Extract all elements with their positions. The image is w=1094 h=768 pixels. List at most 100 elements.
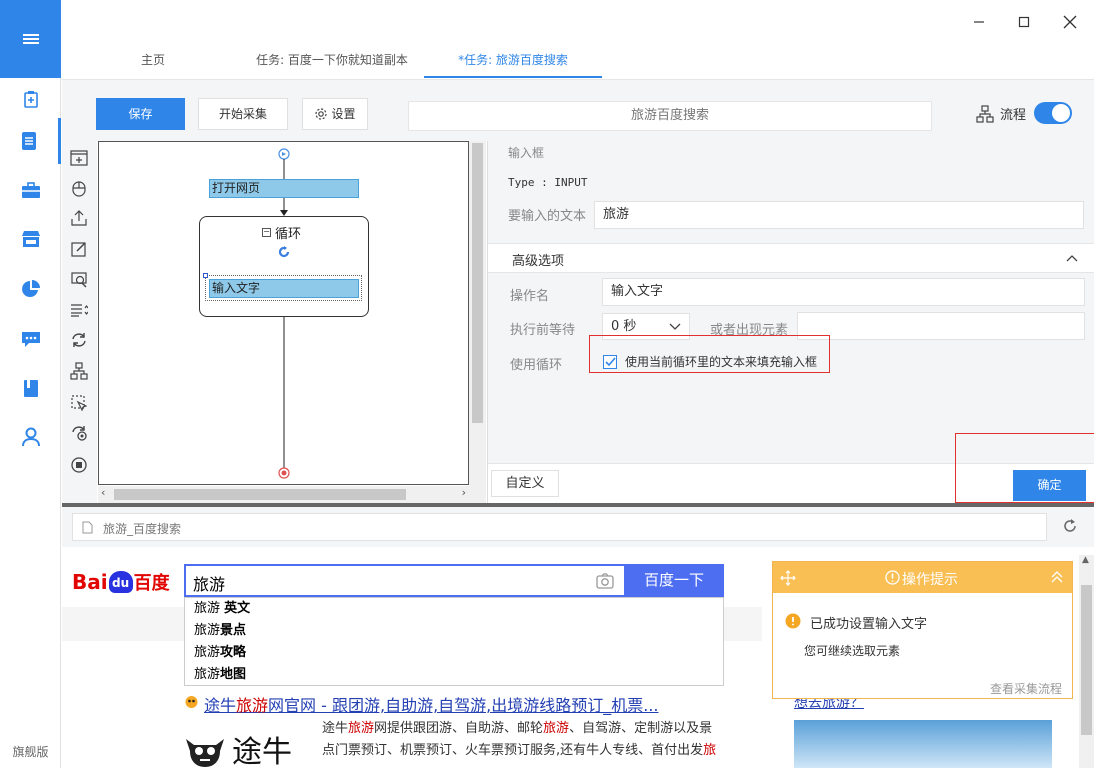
scroll-left-icon[interactable]: ‹ bbox=[101, 486, 105, 499]
canvas-hscrollbar[interactable]: ‹ › bbox=[98, 486, 469, 503]
loop-step[interactable]: − 循环 输入文字 bbox=[199, 216, 369, 317]
scroll-right-icon[interactable]: › bbox=[462, 486, 466, 499]
gear-icon bbox=[315, 108, 328, 120]
view-flow-link[interactable]: 查看采集流程 bbox=[990, 680, 1062, 697]
store-icon[interactable] bbox=[0, 216, 61, 262]
operation-hint-panel: 操作提示 已成功设置输入文字 您可继续选取元素 查看采集流程 bbox=[772, 561, 1073, 699]
recognize-tool-icon[interactable] bbox=[68, 269, 90, 291]
canvas-vscrollbar[interactable] bbox=[469, 141, 486, 503]
advanced-options-header[interactable]: 高级选项 bbox=[488, 243, 1094, 273]
maximize-button[interactable] bbox=[1014, 12, 1034, 32]
settings-label: 设置 bbox=[331, 107, 356, 121]
collapse-up-icon[interactable] bbox=[1051, 570, 1063, 584]
hint-title: 操作提示 bbox=[902, 572, 958, 588]
extract-tool-icon[interactable] bbox=[68, 207, 90, 229]
book-icon[interactable] bbox=[0, 366, 61, 412]
menu-button[interactable] bbox=[0, 0, 61, 78]
tab-task-copy[interactable]: 任务: 百度一下你就知道副本 bbox=[242, 44, 422, 78]
start-collect-button[interactable]: 开始采集 bbox=[198, 98, 288, 130]
highlight-box-ok bbox=[955, 433, 1094, 503]
or-element-input[interactable] bbox=[797, 312, 1085, 340]
hover-tool-icon[interactable] bbox=[68, 392, 90, 414]
input-tool-icon[interactable] bbox=[68, 238, 90, 260]
tuniu-logo: 途牛 bbox=[182, 727, 292, 768]
add-page-tool-icon[interactable] bbox=[68, 147, 90, 169]
hamburger-icon bbox=[22, 34, 39, 44]
info-icon bbox=[885, 570, 900, 585]
hint-message: 已成功设置输入文字 bbox=[810, 617, 928, 632]
suggestion-list: 旅游 英文 旅游景点 旅游攻略 旅游地图 bbox=[184, 597, 724, 686]
logo-du: du bbox=[108, 571, 133, 593]
check-icon bbox=[605, 357, 616, 367]
op-name-input[interactable]: 输入文字 bbox=[602, 278, 1085, 306]
input-text-step[interactable]: 输入文字 bbox=[209, 279, 359, 298]
switch-tool-icon[interactable] bbox=[68, 422, 90, 444]
collapse-icon[interactable]: − bbox=[262, 228, 271, 237]
loop-tool-icon[interactable] bbox=[68, 329, 90, 351]
toolbar: 保存 开始采集 设置 旅游百度搜索 流程 bbox=[62, 79, 1094, 141]
open-page-step[interactable]: 打开网页 bbox=[209, 179, 359, 198]
page-scrollbar[interactable]: ▲ bbox=[1079, 555, 1094, 768]
text-input[interactable]: 旅游 bbox=[594, 201, 1084, 229]
stop-tool-icon[interactable] bbox=[68, 454, 90, 476]
text-label: 要输入的文本 bbox=[508, 209, 587, 224]
baidu-search-input[interactable]: 旅游 bbox=[184, 564, 625, 597]
chevron-down-icon bbox=[669, 323, 681, 330]
message-icon[interactable] bbox=[0, 316, 61, 362]
new-task-icon[interactable] bbox=[0, 76, 61, 122]
result-title-link[interactable]: 途牛旅游网官网 - 跟团游,自助游,自驾游,出境游线路预订_机票... bbox=[204, 692, 659, 716]
tuniu-logo-text: 途牛 bbox=[232, 735, 292, 768]
save-button[interactable]: 保存 bbox=[96, 98, 185, 130]
flow-toggle[interactable] bbox=[1034, 102, 1072, 124]
camera-icon[interactable] bbox=[596, 573, 614, 589]
page-icon bbox=[82, 521, 93, 534]
task-name-field[interactable]: 旅游百度搜索 bbox=[408, 101, 932, 131]
side-image[interactable] bbox=[794, 720, 1052, 768]
browser-bar: 旅游_百度搜索 bbox=[62, 507, 1094, 547]
minimize-button[interactable] bbox=[969, 12, 989, 32]
custom-button[interactable]: 自定义 bbox=[491, 470, 559, 497]
hint-subtext: 您可继续选取元素 bbox=[804, 644, 901, 658]
hint-header: 操作提示 bbox=[773, 562, 1072, 593]
suggestion-item[interactable]: 旅游景点 bbox=[185, 620, 723, 642]
close-button[interactable] bbox=[1060, 12, 1080, 32]
properties-panel: 输入框 Type : INPUT 要输入的文本 旅游 高级选项 操作名 输入文字… bbox=[487, 141, 1094, 503]
edition-label: 旗舰版 bbox=[12, 745, 49, 759]
suggestion-item[interactable]: 旅游地图 bbox=[185, 664, 723, 686]
tuniu-favicon bbox=[185, 696, 198, 708]
address-bar[interactable]: 旅游_百度搜索 bbox=[72, 513, 1047, 541]
advanced-label: 高级选项 bbox=[512, 254, 565, 269]
warning-icon bbox=[785, 613, 801, 629]
baidu-search-button[interactable]: 百度一下 bbox=[624, 564, 724, 597]
flow-label-text: 流程 bbox=[1000, 108, 1027, 123]
suggestion-item[interactable]: 旅游 英文 bbox=[185, 598, 723, 620]
refresh-icon[interactable] bbox=[1062, 518, 1078, 534]
op-name-label: 操作名 bbox=[510, 289, 550, 304]
tab-home[interactable]: 主页 bbox=[114, 44, 192, 78]
suggestion-item[interactable]: 旅游攻略 bbox=[185, 642, 723, 664]
selection-handle bbox=[203, 273, 208, 278]
tuniu-mascot-icon bbox=[186, 739, 224, 767]
click-tool-icon[interactable] bbox=[68, 177, 90, 199]
chart-icon[interactable] bbox=[0, 266, 61, 312]
web-view: Bai du 百度 旅游 百度一下 旅游 英文 旅游景点 旅游攻略 旅游地图 途… bbox=[62, 547, 1094, 768]
chevron-up-icon bbox=[1066, 255, 1078, 262]
element-type: Type : INPUT bbox=[508, 176, 588, 189]
result-description: 途牛旅游网提供跟团游、自助游、邮轮旅游、自驾游、定制游以及景点门票预订、机票预订… bbox=[322, 721, 717, 758]
settings-button[interactable]: 设置 bbox=[302, 98, 368, 130]
tab-task-current[interactable]: *任务: 旅游百度搜索 bbox=[424, 44, 602, 78]
flow-tool-palette bbox=[62, 141, 97, 503]
logo-cn: 百度 bbox=[133, 573, 170, 594]
user-icon[interactable] bbox=[0, 414, 61, 460]
flowchart-icon bbox=[976, 104, 994, 123]
loop-header: − 循环 bbox=[262, 223, 301, 242]
flow-canvas[interactable]: 打开网页 − 循环 输入文字 bbox=[98, 141, 469, 485]
flow-toggle-label: 流程 bbox=[976, 104, 1026, 123]
select-list-tool-icon[interactable] bbox=[68, 299, 90, 321]
toolbox-icon[interactable] bbox=[0, 167, 61, 213]
branch-tool-icon[interactable] bbox=[68, 360, 90, 382]
loop-checkbox-label: 使用当前循环里的文本来填充输入框 bbox=[625, 355, 818, 369]
task-list-icon[interactable] bbox=[0, 118, 61, 164]
move-icon[interactable] bbox=[780, 570, 796, 586]
loop-checkbox[interactable] bbox=[603, 355, 617, 369]
